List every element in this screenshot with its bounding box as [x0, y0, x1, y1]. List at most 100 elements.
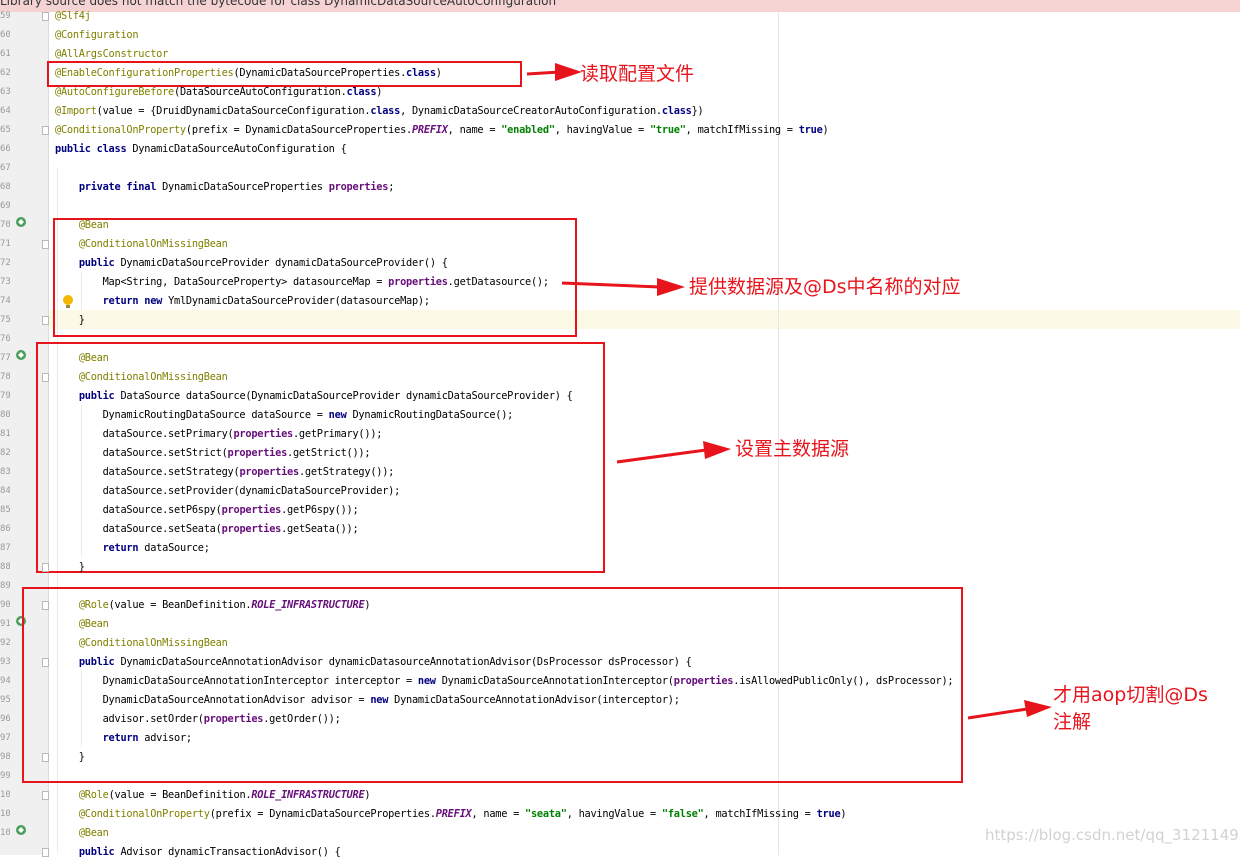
- code-token: }): [691, 105, 704, 117]
- code-line[interactable]: private final DynamicDataSourcePropertie…: [55, 178, 395, 197]
- code-line[interactable]: @Configuration: [55, 26, 139, 45]
- fold-marker-icon[interactable]: [42, 240, 49, 249]
- code-token: new: [370, 694, 395, 706]
- code-token: public class: [55, 143, 133, 155]
- code-line[interactable]: public class DynamicDataSourceAutoConfig…: [55, 140, 347, 159]
- code-token: properties: [221, 523, 282, 535]
- code-line[interactable]: return advisor;: [55, 729, 193, 748]
- line-number: 66: [0, 144, 10, 154]
- code-line[interactable]: Map<String, DataSourceProperty> datasour…: [55, 273, 549, 292]
- code-line[interactable]: @ConditionalOnMissingBean: [55, 368, 228, 387]
- code-token: class: [370, 105, 401, 117]
- code-line[interactable]: @Role(value = BeanDefinition.ROLE_INFRAS…: [55, 786, 371, 805]
- code-line[interactable]: dataSource.setStrategy(properties.getStr…: [55, 463, 395, 482]
- code-token: dataSource.setSeata(: [55, 523, 222, 535]
- code-line[interactable]: @Import(value = {DruidDynamicDataSourceC…: [55, 102, 704, 121]
- line-number: 101: [0, 809, 10, 819]
- code-line[interactable]: public DataSource dataSource(DynamicData…: [55, 387, 573, 406]
- code-token: dataSource.setP6spy(: [55, 504, 222, 516]
- fold-marker-icon[interactable]: [42, 126, 49, 135]
- code-token: public: [78, 257, 121, 269]
- code-line[interactable]: @EnableConfigurationProperties(DynamicDa…: [55, 64, 442, 83]
- code-line[interactable]: DynamicDataSourceAnnotationInterceptor i…: [55, 672, 954, 691]
- code-token: dataSource.setStrategy(: [55, 466, 240, 478]
- code-line[interactable]: public Advisor dynamicTransactionAdvisor…: [55, 843, 341, 862]
- code-line[interactable]: }: [55, 311, 85, 330]
- code-line[interactable]: @Role(value = BeanDefinition.ROLE_INFRAS…: [55, 596, 371, 615]
- fold-marker-icon[interactable]: [42, 563, 49, 572]
- annotation-aop-line2: 注解: [1053, 711, 1092, 733]
- code-token: ROLE_INFRASTRUCTURE: [251, 599, 365, 611]
- code-token: dataSource.setStrict(: [55, 447, 228, 459]
- code-token: DataSource dataSource(DynamicDataSourceP…: [120, 390, 573, 402]
- line-number: 60: [0, 30, 10, 40]
- code-token: }: [55, 561, 85, 573]
- code-line[interactable]: @Bean: [55, 824, 109, 843]
- code-line[interactable]: DynamicDataSourceAnnotationAdvisor advis…: [55, 691, 680, 710]
- code-line[interactable]: advisor.setOrder(properties.getOrder());: [55, 710, 341, 729]
- code-line[interactable]: dataSource.setProvider(dynamicDataSource…: [55, 482, 401, 501]
- code-line[interactable]: @AutoConfigureBefore(DataSourceAutoConfi…: [55, 83, 382, 102]
- code-token: .getP6spy());: [281, 504, 359, 516]
- code-token: ;: [388, 181, 395, 193]
- code-line[interactable]: public DynamicDataSourceProvider dynamic…: [55, 254, 448, 273]
- line-number: 89: [0, 581, 10, 591]
- line-number: 94: [0, 676, 10, 686]
- code-token: "true": [649, 124, 686, 136]
- fold-marker-icon[interactable]: [42, 848, 49, 857]
- fold-marker-icon[interactable]: [42, 12, 49, 21]
- code-line[interactable]: @Bean: [55, 216, 109, 235]
- code-line[interactable]: return dataSource;: [55, 539, 210, 558]
- code-token: @Role: [78, 789, 109, 801]
- code-line[interactable]: @ConditionalOnProperty(prefix = DynamicD…: [55, 805, 847, 824]
- code-line[interactable]: return new YmlDynamicDataSourceProvider(…: [55, 292, 430, 311]
- code-token: ): [364, 789, 371, 801]
- code-line[interactable]: public DynamicDataSourceAnnotationAdviso…: [55, 653, 692, 672]
- code-token: }: [55, 751, 85, 763]
- code-line[interactable]: @ConditionalOnMissingBean: [55, 235, 228, 254]
- line-number: 86: [0, 524, 10, 534]
- code-line[interactable]: }: [55, 748, 85, 767]
- code-line[interactable]: dataSource.setStrict(properties.getStric…: [55, 444, 371, 463]
- code-token: .getStrict());: [287, 447, 371, 459]
- code-token: , matchIfMissing =: [685, 124, 799, 136]
- code-token: ): [364, 599, 371, 611]
- fold-marker-icon[interactable]: [42, 373, 49, 382]
- code-token: .isAllowedPublicOnly(), dsProcessor);: [733, 675, 954, 687]
- code-token: @AllArgsConstructor: [55, 48, 169, 60]
- code-line[interactable]: }: [55, 558, 85, 577]
- fold-marker-icon[interactable]: [42, 658, 49, 667]
- code-token: PREFIX: [411, 124, 448, 136]
- arrow-aop: [967, 707, 1028, 720]
- line-number: 64: [0, 106, 10, 116]
- code-token: ROLE_INFRASTRUCTURE: [251, 789, 365, 801]
- code-line[interactable]: @ConditionalOnProperty(prefix = DynamicD…: [55, 121, 829, 140]
- code-token: properties: [673, 675, 734, 687]
- code-token: @ConditionalOnMissingBean: [78, 238, 228, 250]
- fold-marker-icon[interactable]: [42, 791, 49, 800]
- code-token: (value = BeanDefinition.: [108, 789, 252, 801]
- code-line[interactable]: @Bean: [55, 349, 109, 368]
- code-token: properties: [203, 713, 264, 725]
- line-number: 72: [0, 258, 10, 268]
- code-line[interactable]: dataSource.setP6spy(properties.getP6spy(…: [55, 501, 359, 520]
- code-token: "seata": [525, 808, 567, 820]
- code-line[interactable]: @Slf4j: [55, 7, 91, 26]
- code-line[interactable]: @ConditionalOnMissingBean: [55, 634, 228, 653]
- code-token: (value = BeanDefinition.: [108, 599, 252, 611]
- fold-marker-icon[interactable]: [42, 316, 49, 325]
- code-token: Advisor dynamicTransactionAdvisor() {: [120, 846, 341, 858]
- code-line[interactable]: @Bean: [55, 615, 109, 634]
- fold-marker-icon[interactable]: [42, 753, 49, 762]
- code-token: properties: [388, 276, 448, 288]
- code-line[interactable]: dataSource.setPrimary(properties.getPrim…: [55, 425, 383, 444]
- code-line[interactable]: DynamicRoutingDataSource dataSource = ne…: [55, 406, 514, 425]
- code-line[interactable]: dataSource.setSeata(properties.getSeata(…: [55, 520, 359, 539]
- code-line[interactable]: @AllArgsConstructor: [55, 45, 168, 64]
- fold-marker-icon[interactable]: [42, 601, 49, 610]
